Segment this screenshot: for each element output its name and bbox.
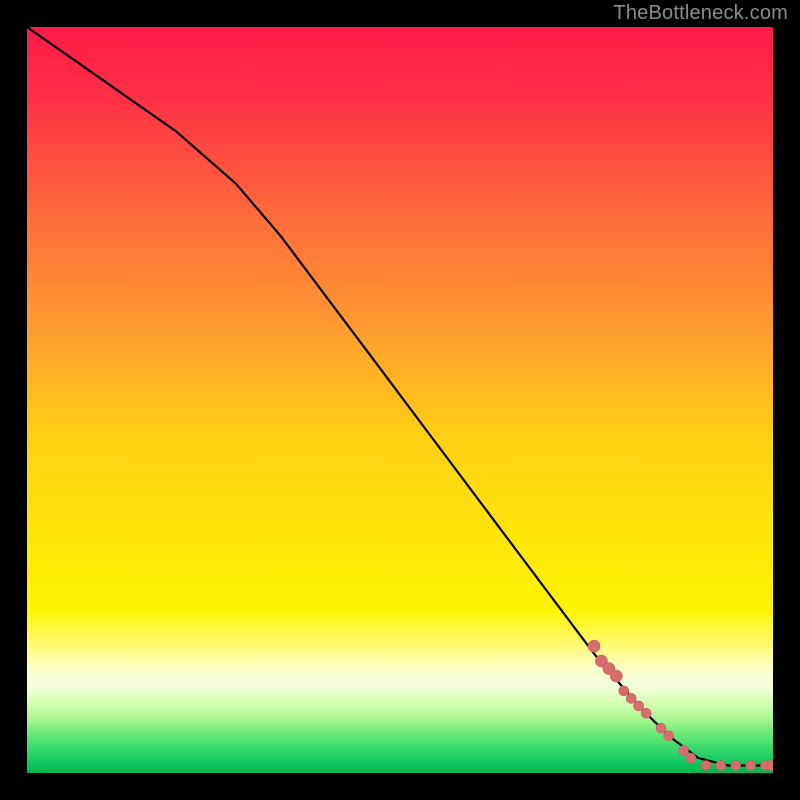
scatter-point: [619, 686, 629, 696]
scatter-point: [610, 670, 622, 682]
chart-frame: TheBottleneck.com: [0, 0, 800, 800]
scatter-point: [746, 761, 756, 771]
chart-plot: [27, 27, 773, 773]
scatter-point: [626, 693, 636, 703]
watermark-text: TheBottleneck.com: [613, 2, 788, 25]
scatter-point: [664, 731, 674, 741]
scatter-point: [641, 708, 651, 718]
scatter-point: [686, 753, 696, 763]
scatter-point: [588, 640, 600, 652]
scatter-point: [701, 761, 711, 771]
plot-background: [27, 27, 773, 773]
scatter-point: [656, 723, 666, 733]
scatter-point: [731, 761, 741, 771]
scatter-point: [679, 746, 689, 756]
scatter-point: [716, 761, 726, 771]
scatter-point: [634, 701, 644, 711]
